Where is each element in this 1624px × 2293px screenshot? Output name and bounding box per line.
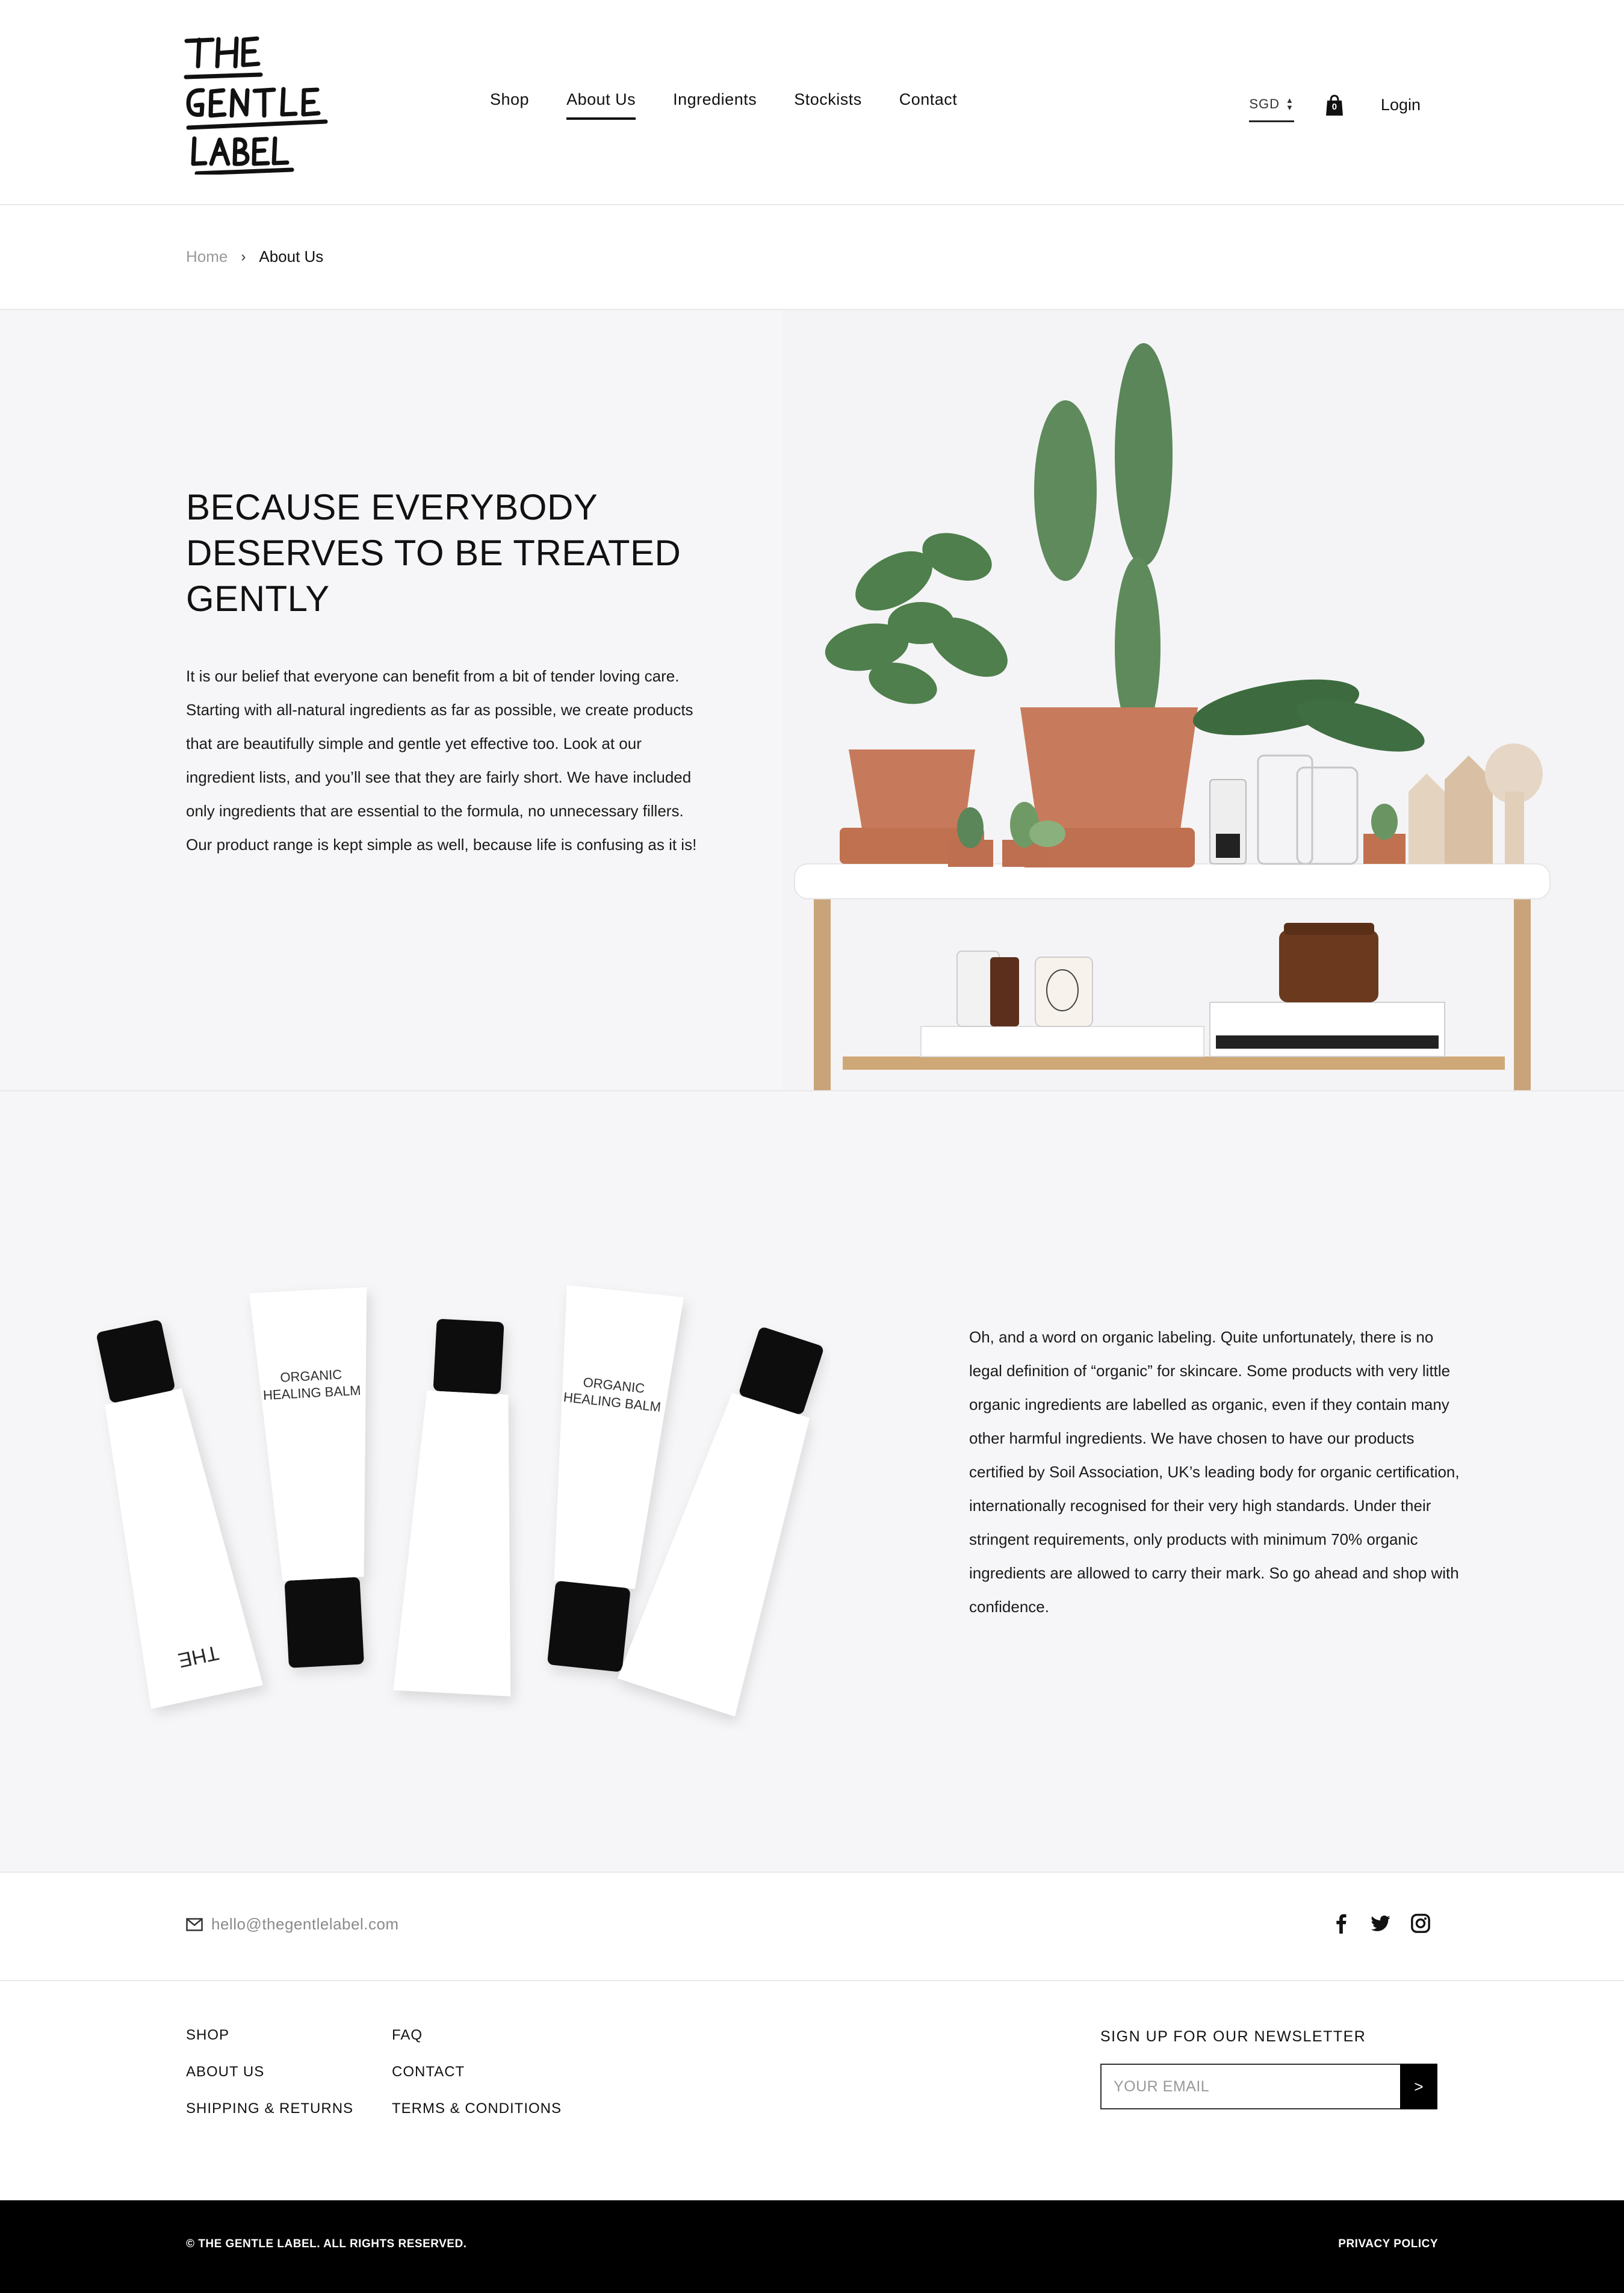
healing-balm-tubes-image: THE ORGANIC HEALING BALM ORGANIC HEALING… xyxy=(97,1285,823,1717)
newsletter-submit-button[interactable]: > xyxy=(1400,2064,1437,2109)
email-address: hello@thegentlelabel.com xyxy=(211,1915,399,1933)
newsletter-title: SIGN UP FOR OUR NEWSLETTER xyxy=(1100,2028,1366,2045)
footer-link-contact[interactable]: CONTACT xyxy=(392,2064,562,2080)
nav-ingredients[interactable]: Ingredients xyxy=(673,90,757,109)
site-header: Shop About Us Ingredients Stockists Cont… xyxy=(0,0,1624,205)
copyright-text: © THE GENTLE LABEL. ALL RIGHTS RESERVED. xyxy=(186,2238,467,2250)
nav-contact[interactable]: Contact xyxy=(899,90,958,109)
breadcrumb: Home › About Us xyxy=(0,205,1624,310)
instagram-icon[interactable] xyxy=(1410,1913,1431,1934)
newsletter-email-input[interactable] xyxy=(1100,2064,1400,2109)
currency-selector[interactable]: SGD ▲ ▼ xyxy=(1249,96,1294,122)
nav-stockists[interactable]: Stockists xyxy=(794,90,862,109)
privacy-policy-link[interactable]: PRIVACY POLICY xyxy=(1338,2238,1438,2251)
footer-column-2: FAQ CONTACT TERMS & CONDITIONS xyxy=(392,2027,562,2137)
currency-label: SGD xyxy=(1249,96,1280,111)
footer-links: SHOP ABOUT US SHIPPING & RETURNS FAQ CON… xyxy=(0,1981,1624,2200)
about-hero: BECAUSE EVERYBODY DESERVES TO BE TREATED… xyxy=(0,310,1624,1091)
facebook-icon[interactable] xyxy=(1330,1913,1352,1934)
footer-link-about-us[interactable]: ABOUT US xyxy=(186,2064,353,2080)
brand-logo[interactable] xyxy=(184,30,349,176)
newsletter-signup: SIGN UP FOR OUR NEWSLETTER > xyxy=(1100,2028,1437,2109)
login-link[interactable]: Login xyxy=(1381,96,1421,114)
cart-button[interactable]: 0 xyxy=(1325,94,1344,116)
contact-bar: hello@thegentlelabel.com xyxy=(0,1873,1624,1981)
footer-link-terms[interactable]: TERMS & CONDITIONS xyxy=(392,2100,562,2117)
copyright-bar: © THE GENTLE LABEL. ALL RIGHTS RESERVED.… xyxy=(0,2200,1624,2293)
nav-shop[interactable]: Shop xyxy=(490,90,529,109)
email-link[interactable]: hello@thegentlelabel.com xyxy=(186,1915,399,1934)
footer-link-shop[interactable]: SHOP xyxy=(186,2027,353,2044)
breadcrumb-home[interactable]: Home xyxy=(186,247,228,266)
hero-body-text: It is our belief that everyone can benef… xyxy=(186,667,697,854)
breadcrumb-current: About Us xyxy=(259,247,324,265)
newsletter-form: > xyxy=(1100,2064,1437,2109)
updown-arrows-icon: ▲ ▼ xyxy=(1286,96,1294,112)
breadcrumb-separator: › xyxy=(241,248,246,265)
organic-body-text: Oh, and a word on organic labeling. Quit… xyxy=(969,1328,1460,1616)
plants-on-shelf-image xyxy=(783,310,1624,1090)
footer-column-1: SHOP ABOUT US SHIPPING & RETURNS xyxy=(186,2027,353,2137)
envelope-icon xyxy=(186,1917,203,1931)
twitter-icon[interactable] xyxy=(1370,1913,1392,1934)
footer-link-faq[interactable]: FAQ xyxy=(392,2027,562,2044)
social-links xyxy=(1330,1913,1431,1934)
page-title: BECAUSE EVERYBODY DESERVES TO BE TREATED… xyxy=(186,487,681,619)
main-nav: Shop About Us Ingredients Stockists Cont… xyxy=(490,90,994,120)
footer-link-shipping-returns[interactable]: SHIPPING & RETURNS xyxy=(186,2100,353,2117)
nav-about-us[interactable]: About Us xyxy=(566,90,636,120)
organic-section: THE ORGANIC HEALING BALM ORGANIC HEALING… xyxy=(0,1091,1624,1873)
cart-count: 0 xyxy=(1331,101,1337,112)
header-actions: SGD ▲ ▼ 0 Login xyxy=(1249,88,1421,122)
logo-wordmark-image xyxy=(184,36,328,176)
